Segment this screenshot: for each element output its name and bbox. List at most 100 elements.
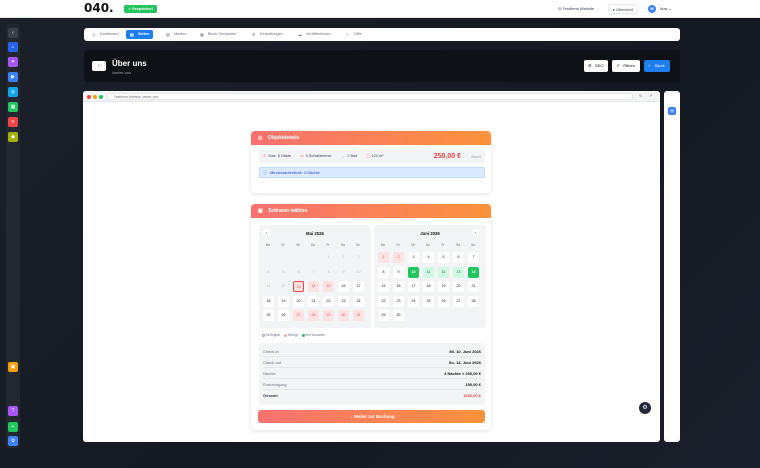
calendar-day[interactable]: 24 — [408, 295, 419, 307]
calendar-day[interactable]: 28 — [308, 310, 319, 321]
calendar-day[interactable]: 27 — [453, 295, 464, 307]
doc-icon[interactable]: ≡ — [8, 117, 18, 127]
calendar-day[interactable]: 16 — [393, 281, 404, 292]
calendar-day[interactable]: 28 — [468, 295, 479, 307]
calendar-day[interactable]: 15 — [378, 281, 389, 292]
reload-icon[interactable]: ↻ — [639, 93, 642, 98]
calendar-day[interactable]: 29 — [323, 310, 334, 321]
calendar-day[interactable]: 30 — [393, 310, 404, 321]
tab-veröffentlichen[interactable]: ☁ Veröffentlichen — [294, 30, 335, 39]
page-header: ‹ Über uns /ueber-uns ⚙ SEO ↗ Öffnen + Bloc… — [84, 50, 680, 82]
calendar-icon[interactable]: ▦ — [8, 102, 18, 112]
calendar-day[interactable]: 21 — [468, 281, 479, 292]
calendar-day[interactable]: 1 — [378, 252, 389, 263]
calendar-day[interactable]: 23 — [393, 295, 404, 307]
calendar-day[interactable]: 18 — [423, 281, 434, 292]
calendar-day[interactable]: 7 — [468, 252, 479, 263]
tab-einstellungen[interactable]: ⚙ Einstellungen — [248, 30, 287, 39]
summary-label: Nächte — [263, 371, 276, 376]
avatar[interactable]: M — [648, 5, 656, 13]
calendar-day[interactable]: 29 — [378, 310, 389, 321]
calendar-day[interactable]: 19 — [278, 295, 289, 307]
calendar-day[interactable]: 17 — [408, 281, 419, 292]
calendar-day[interactable]: 13 — [453, 266, 464, 278]
user-menu[interactable]: Max ⌄ — [660, 5, 672, 13]
calendar-day[interactable]: 24 — [353, 295, 364, 307]
calendar-day[interactable]: 20 — [453, 281, 464, 292]
calendar-day[interactable]: 26 — [278, 310, 289, 321]
calendar-day[interactable]: 6 — [453, 252, 464, 263]
calendar-day[interactable]: 15 — [323, 281, 334, 292]
calendar-day[interactable]: 8 — [378, 266, 389, 278]
weekday-label: Fr — [326, 243, 330, 247]
calendar-day[interactable]: 27 — [293, 310, 304, 321]
calendar-day[interactable]: 20 — [293, 295, 304, 307]
chevron-left-icon[interactable]: ‹ — [8, 28, 18, 38]
calendar-day[interactable]: 11 — [423, 266, 434, 278]
calendar-day[interactable]: 4 — [423, 252, 434, 263]
calendar-day[interactable]: 19 — [438, 281, 449, 292]
plus-icon[interactable]: + — [8, 422, 18, 432]
website-link[interactable]: ◎ Testfirma Website — [558, 5, 594, 13]
seo-button[interactable]: ⚙ SEO — [584, 60, 609, 72]
home-icon[interactable]: ⌂ — [8, 42, 18, 52]
calendar-day[interactable]: 12 — [438, 266, 449, 278]
calendar-day[interactable]: 2 — [393, 252, 404, 263]
add-block-button[interactable]: + Block — [644, 60, 670, 72]
calendar-day: 3 — [357, 255, 360, 259]
calendar-day: 11 — [266, 284, 271, 288]
calendar-day[interactable]: 25 — [423, 295, 434, 307]
panel-toggle-icon[interactable]: ▤ — [668, 107, 676, 115]
open-button[interactable]: ↗ Öffnen — [612, 60, 640, 72]
bed-icon: ▭ — [300, 154, 304, 158]
external-icon[interactable]: ↗ — [649, 93, 652, 98]
details-header: ◎ Objektdetails — [251, 131, 491, 145]
tab-medien[interactable]: ▧ Medien — [162, 30, 190, 39]
calendar-day[interactable]: 31 — [353, 310, 364, 321]
calendar-day[interactable]: 9 — [393, 266, 404, 278]
box-icon[interactable]: ▣ — [8, 362, 18, 372]
tab-block-templates[interactable]: ▦ Block-Templates — [196, 30, 240, 39]
calendar-day[interactable]: 25 — [263, 310, 274, 321]
calendar-day[interactable]: 30 — [338, 310, 349, 321]
back-button[interactable]: ‹ — [92, 61, 106, 71]
calendar-day[interactable]: 5 — [438, 252, 449, 263]
tab-dashboard[interactable]: ◷ Dashboard — [88, 30, 123, 39]
settings-fab-icon[interactable]: ⚙ — [639, 402, 651, 414]
tag-icon[interactable]: ◆ — [8, 132, 18, 142]
calendar-day[interactable]: 26 — [438, 295, 449, 307]
calendar-day[interactable]: 21 — [308, 295, 319, 307]
calendar-day[interactable]: 14 — [308, 281, 319, 292]
calendar-day[interactable]: 18 — [263, 295, 274, 307]
calendar-day[interactable]: 10 — [408, 266, 419, 278]
help-icon[interactable]: ? — [8, 406, 18, 416]
calendar-day[interactable]: 17 — [353, 281, 364, 292]
calendar-day[interactable]: 3 — [408, 252, 419, 263]
calendar-day: 4 — [267, 269, 270, 274]
calendar-day[interactable]: 14 — [468, 266, 479, 278]
continue-booking-label: Weiter zur Buchung — [353, 414, 395, 419]
address-bar[interactable]: Testfirma Website /ueber-uns — [107, 93, 633, 100]
video-icon[interactable]: ▶ — [8, 72, 18, 82]
maximize-dot-icon — [99, 95, 103, 99]
calendar-day[interactable]: 13 — [293, 281, 304, 292]
baths-stat: ◡ 2 Bad — [342, 150, 357, 163]
summary-label: Check-out — [263, 360, 282, 365]
calendar-day[interactable]: 23 — [338, 295, 349, 307]
tab-label: Hilfe — [354, 32, 362, 36]
tab-seiten[interactable]: ▤ Seiten — [126, 30, 154, 39]
weekday-label: Fr — [441, 243, 445, 247]
summary-value: 4 Nächte × 250,00 € — [444, 371, 481, 376]
globe-icon[interactable]: ◎ — [8, 87, 18, 97]
calendar-legend: Verfügbar Belegt Ihre Auswahl — [259, 333, 324, 337]
sparkle-icon[interactable]: ✦ — [8, 57, 18, 67]
info-icon: ◎ — [258, 135, 263, 141]
tab-hilfe[interactable]: ? Hilfe — [342, 30, 366, 39]
continue-booking-button[interactable]: → Weiter zur Buchung — [258, 410, 485, 423]
calendar-day[interactable]: 16 — [338, 281, 349, 292]
settings-icon[interactable]: ⚙ — [8, 436, 18, 446]
calendar-day[interactable]: 22 — [323, 295, 334, 307]
overview-button[interactable]: ▸ Übersicht — [608, 4, 639, 14]
next-month-icon[interactable]: › — [472, 229, 479, 236]
calendar-day[interactable]: 22 — [378, 295, 389, 307]
